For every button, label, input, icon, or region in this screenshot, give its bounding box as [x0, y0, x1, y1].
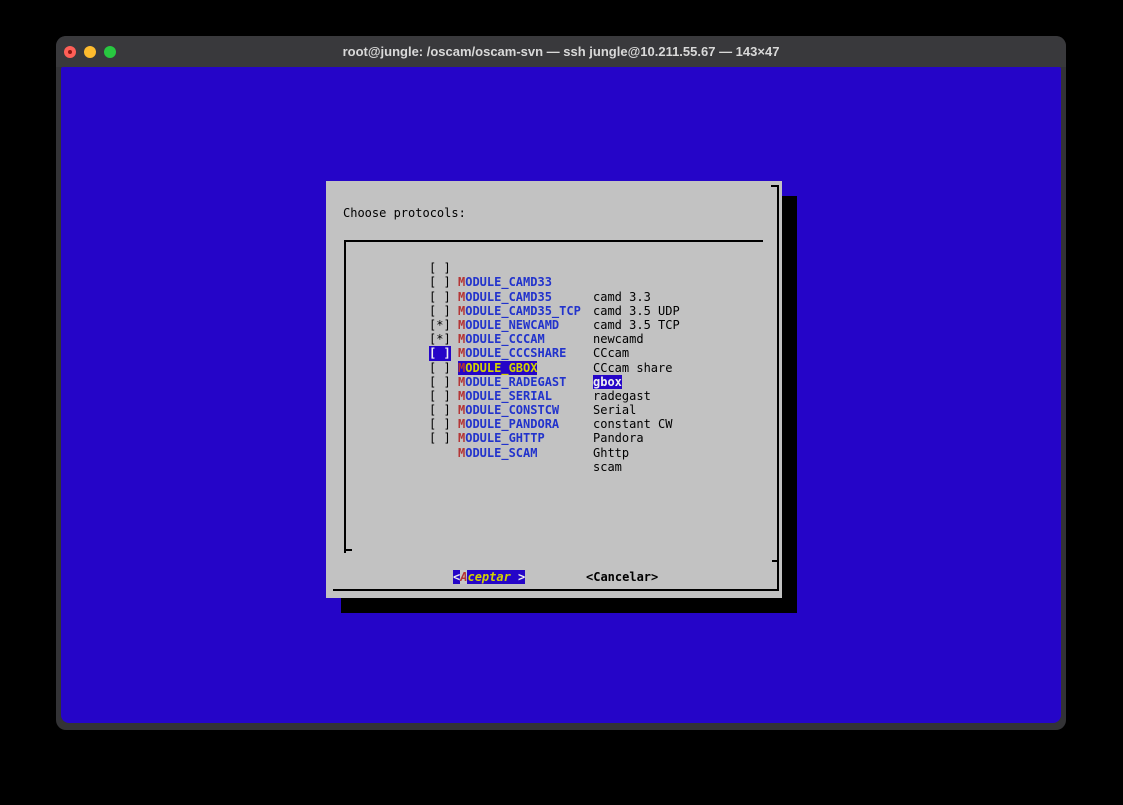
listbox-corner-right — [772, 560, 779, 562]
checklist-item[interactable]: [ ] MODULE_CONSTCW constant CW — [429, 375, 769, 389]
dialog-edge-bottom — [333, 589, 779, 591]
checklist-item[interactable]: [ ] MODULE_SERIAL Serial — [429, 361, 769, 375]
window-title: root@jungle: /oscam/oscam-svn — ssh jung… — [56, 36, 1066, 67]
dialog-edge-corner — [771, 185, 779, 187]
checklist-item[interactable]: [ ] MODULE_SCAM scam — [429, 417, 769, 431]
checkbox-state: [ ] — [429, 431, 451, 445]
item-description: scam — [593, 460, 622, 474]
checklist-item[interactable]: [ ] MODULE_CAMD35 camd 3.5 UDP — [429, 261, 769, 275]
dialog-prompt: Choose protocols: — [343, 206, 466, 220]
page-background: { "window": { "title": "root@jungle: /os… — [0, 0, 1123, 805]
cancel-button[interactable]: <Cancelar> — [586, 570, 658, 585]
checklist-item[interactable]: [ ] MODULE_GBOX gbox — [429, 332, 769, 346]
checklist-item[interactable]: [ ] MODULE_CAMD33 camd 3.3 — [429, 247, 769, 261]
checklist: [ ] MODULE_CAMD33 camd 3.3 [ ] MODULE_CA… — [429, 247, 769, 431]
ok-button[interactable]: <Aceptar > — [453, 570, 525, 585]
checklist-item[interactable]: [ ] MODULE_PANDORA Pandora — [429, 389, 769, 403]
checklist-item[interactable]: [ ] MODULE_GHTTP Ghttp — [429, 403, 769, 417]
close-button[interactable] — [64, 46, 76, 58]
item-description: Ghttp — [593, 446, 629, 460]
titlebar[interactable]: root@jungle: /oscam/oscam-svn — ssh jung… — [56, 36, 1066, 67]
item-tag-rest: ODULE_GHTTP — [465, 431, 544, 445]
checklist-item[interactable]: [*] MODULE_CCCSHARE CCcam share — [429, 318, 769, 332]
checklist-item[interactable]: [ ] MODULE_CAMD35_TCP camd 3.5 TCP — [429, 275, 769, 289]
ok-button-label: ceptar — [467, 570, 518, 584]
minimize-button[interactable] — [84, 46, 96, 58]
item-tag: MODULE_SCAM — [458, 446, 537, 460]
checklist-item[interactable]: [*] MODULE_CCCAM CCcam — [429, 304, 769, 318]
checklist-item[interactable]: [ ] MODULE_NEWCAMD newcamd — [429, 290, 769, 304]
protocol-dialog: Choose protocols: [ ] MODULE_CAMD33 camd… — [326, 181, 782, 598]
checklist-item[interactable]: [ ] MODULE_RADEGAST radegast — [429, 346, 769, 360]
terminal-window: root@jungle: /oscam/oscam-svn — ssh jung… — [56, 36, 1066, 730]
item-description: Pandora — [593, 431, 644, 445]
listbox-corner-left — [344, 549, 352, 551]
item-tag: MODULE_GHTTP — [458, 431, 545, 445]
item-tag-rest: ODULE_SCAM — [465, 446, 537, 460]
zoom-button[interactable] — [104, 46, 116, 58]
dialog-edge-right — [777, 185, 779, 591]
ok-button-bracket-right: > — [518, 570, 525, 584]
